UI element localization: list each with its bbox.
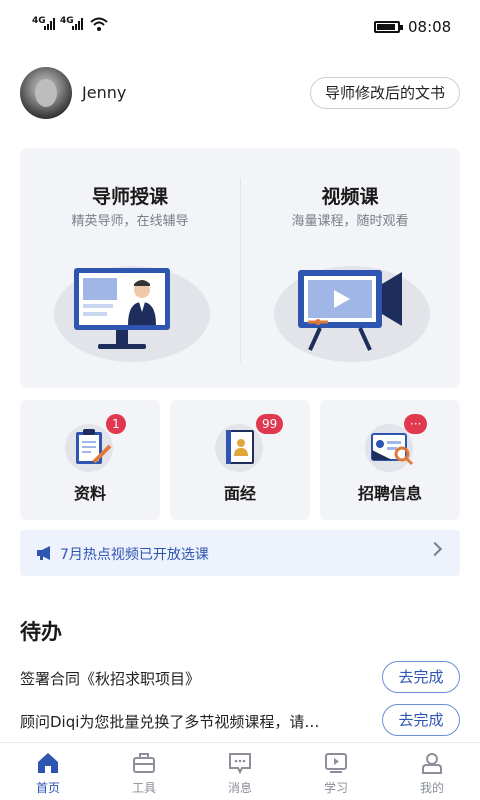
course-title: 视频课 — [321, 186, 379, 208]
complete-button[interactable]: 去完成 — [382, 704, 460, 736]
chevron-right-icon — [427, 541, 443, 557]
status-bar: 4G 4G 08:08 — [0, 0, 480, 54]
announcement-banner[interactable]: 7月热点视频已开放选课 — [20, 530, 460, 576]
battery-icon — [374, 21, 403, 33]
tutor-monitor-illustration — [54, 266, 210, 362]
username: Jenny — [82, 83, 127, 102]
todo-item: 签署合同《秋招求职项目》 去完成 — [20, 661, 460, 695]
todo-heading: 待办 — [20, 620, 62, 644]
todo-item: 顾问Diqi为您批量兑换了多节视频课程，请… 去完成 — [20, 704, 460, 738]
tab-label: 消息 — [227, 781, 252, 795]
bottom-tab-bar: 首页 工具 消息 学习 我的 — [0, 742, 480, 800]
announcement-text: 7月热点视频已开放选课 — [60, 547, 209, 563]
tile-job-info[interactable]: ··· 招聘信息 — [320, 400, 460, 520]
course-subtitle: 海量课程，随时观看 — [291, 214, 409, 229]
signal-icon: 4G — [60, 16, 83, 30]
tab-messages[interactable]: 消息 — [192, 743, 288, 800]
feature-tiles: 1 资料 99 面经 ··· 招聘信息 — [20, 400, 460, 520]
notification-badge: ··· — [404, 414, 428, 434]
megaphone-icon — [37, 546, 50, 560]
signal-icon: 4G — [32, 16, 55, 30]
course-card: 导师授课 精英导师，在线辅导 视频课 海量课程，随时观看 — [20, 148, 460, 388]
study-icon — [325, 753, 347, 773]
tab-label: 首页 — [35, 781, 60, 795]
course-title: 导师授课 — [91, 186, 168, 208]
profile-header: Jenny 导师修改后的文书 — [20, 67, 460, 119]
tab-home[interactable]: 首页 — [0, 743, 96, 800]
revised-documents-button[interactable]: 导师修改后的文书 — [309, 77, 460, 109]
tile-label: 资料 — [73, 484, 106, 503]
tile-materials[interactable]: 1 资料 — [20, 400, 160, 520]
tile-interview-experience[interactable]: 99 面经 — [170, 400, 310, 520]
tab-tools[interactable]: 工具 — [96, 743, 192, 800]
tile-label: 面经 — [223, 484, 256, 503]
notification-badge: 1 — [106, 414, 126, 434]
video-camera-illustration — [274, 266, 430, 362]
tile-label: 招聘信息 — [357, 484, 422, 503]
todo-text: 签署合同《秋招求职项目》 — [20, 670, 201, 688]
avatar[interactable] — [20, 67, 72, 119]
home-icon — [38, 753, 58, 773]
notification-badge: 99 — [256, 414, 284, 434]
tab-label: 工具 — [131, 781, 156, 795]
status-time: 08:08 — [408, 18, 452, 36]
tab-profile[interactable]: 我的 — [384, 743, 480, 800]
toolbox-icon — [133, 753, 155, 773]
tab-label: 我的 — [419, 781, 444, 795]
tab-label: 学习 — [323, 781, 348, 795]
todo-text: 顾问Diqi为您批量兑换了多节视频课程，请… — [20, 713, 320, 731]
course-subtitle: 精英导师，在线辅导 — [71, 214, 189, 229]
profile-icon — [422, 753, 442, 774]
message-icon — [229, 753, 251, 775]
complete-button[interactable]: 去完成 — [382, 661, 460, 693]
wifi-icon — [90, 17, 108, 31]
tutor-course-entry[interactable]: 导师授课 精英导师，在线辅导 — [20, 148, 240, 388]
video-course-entry[interactable]: 视频课 海量课程，随时观看 — [240, 148, 460, 388]
tab-study[interactable]: 学习 — [288, 743, 384, 800]
